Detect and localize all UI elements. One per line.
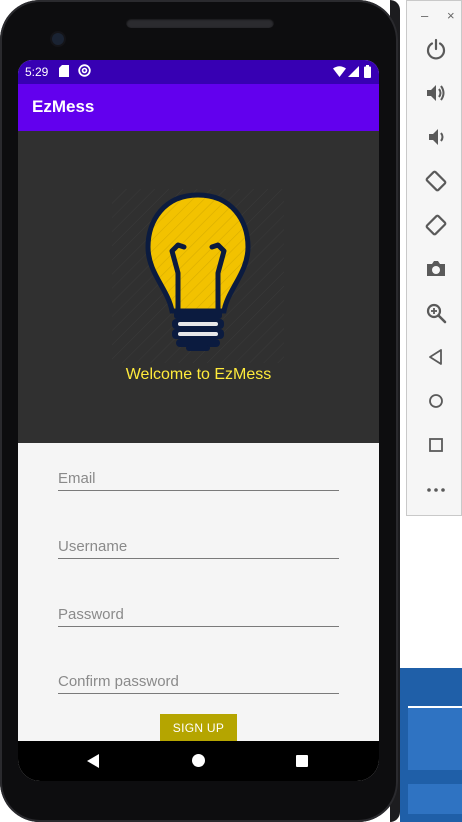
minimize-button[interactable]: – (421, 9, 428, 22)
confirm-password-field-container (58, 664, 339, 694)
emulator-toolbar: – × (406, 0, 462, 516)
navigation-bar (18, 741, 379, 781)
rotate-right-icon[interactable] (425, 214, 447, 236)
home-icon[interactable] (192, 754, 205, 767)
battery-icon (364, 65, 371, 78)
status-bar: 5:29 (18, 60, 379, 84)
welcome-banner: Welcome to EzMess (18, 131, 379, 443)
signup-form: SIGN UP (18, 443, 379, 743)
email-field[interactable] (58, 461, 339, 490)
username-field[interactable] (58, 529, 339, 558)
back-icon[interactable] (87, 754, 99, 768)
power-icon[interactable] (425, 38, 447, 60)
camera-icon[interactable] (425, 258, 447, 280)
wifi-icon (333, 66, 346, 77)
email-field-container (58, 461, 339, 491)
signup-button[interactable]: SIGN UP (160, 714, 237, 742)
desktop-background (400, 668, 462, 822)
front-camera (52, 33, 64, 45)
welcome-text: Welcome to EzMess (125, 366, 272, 383)
at-sign-icon (78, 64, 91, 77)
phone-speaker (126, 18, 274, 28)
password-field-container (58, 597, 339, 627)
confirm-password-field[interactable] (58, 664, 339, 693)
home-icon[interactable] (425, 390, 447, 412)
back-icon[interactable] (425, 346, 447, 368)
signal-icon (348, 66, 359, 77)
phone-frame: 5:29 EzMess Welcome to EzMess Email User… (0, 0, 398, 822)
volume-down-icon[interactable] (425, 126, 447, 148)
more-icon[interactable] (425, 478, 447, 500)
rotate-left-icon[interactable] (425, 170, 447, 192)
lightbulb-icon (112, 189, 284, 363)
zoom-icon[interactable] (425, 302, 447, 324)
desktop-window-fragment (408, 706, 462, 770)
desktop-window-fragment (408, 784, 462, 814)
app-title: EzMess (32, 97, 95, 116)
overview-icon[interactable] (425, 434, 447, 456)
device-screen: 5:29 EzMess Welcome to EzMess Email User… (18, 60, 379, 781)
close-button[interactable]: × (447, 9, 455, 22)
password-field[interactable] (58, 597, 339, 626)
volume-up-icon[interactable] (425, 82, 447, 104)
sd-card-icon (59, 65, 69, 77)
recents-icon[interactable] (296, 755, 308, 767)
username-field-container (58, 529, 339, 559)
status-time: 5:29 (25, 65, 49, 79)
app-bar: EzMess (18, 84, 379, 131)
